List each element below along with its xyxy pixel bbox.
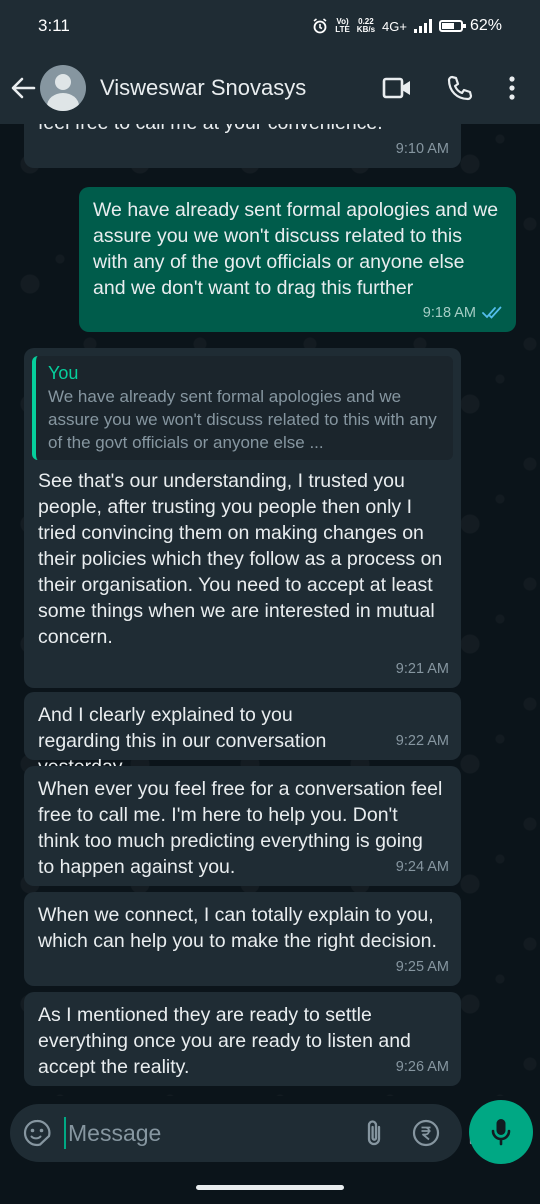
- network-type: 4G+: [382, 18, 407, 34]
- message-time: 9:18 AM: [423, 300, 504, 326]
- message-time: 9:22 AM: [396, 728, 449, 754]
- time-label: 9:10 AM: [395, 141, 449, 157]
- message-text: We have already sent formal apologies an…: [93, 199, 499, 299]
- attach-icon[interactable]: [364, 1118, 384, 1148]
- network-speed: 0.22 KB/s: [357, 18, 375, 34]
- message-text: As I mentioned they are ready to settle …: [38, 1004, 411, 1078]
- back-arrow-icon[interactable]: [8, 73, 38, 103]
- microphone-icon: [490, 1117, 512, 1147]
- speed-unit: KB/s: [356, 25, 376, 34]
- time-label: 9:26 AM: [395, 1059, 449, 1075]
- sticker-icon[interactable]: [22, 1118, 52, 1148]
- message-time: 9:26 AM: [396, 1054, 449, 1080]
- voice-call-icon[interactable]: [446, 74, 474, 102]
- more-options-icon[interactable]: [508, 75, 516, 101]
- home-indicator[interactable]: [196, 1185, 344, 1190]
- avatar[interactable]: [40, 65, 86, 111]
- time-label: 9:25 AM: [395, 959, 449, 975]
- message-text: When we connect, I can totally explain t…: [38, 904, 437, 952]
- message-bubble-incoming[interactable]: feel free to call me at your convenience…: [24, 124, 461, 168]
- volte-bottom: LTE: [335, 25, 350, 34]
- message-text: feel free to call me at your convenience…: [38, 124, 447, 136]
- signal-icon: [413, 19, 432, 33]
- time-label: 9:22 AM: [395, 733, 449, 749]
- message-composer: [10, 1104, 497, 1162]
- battery-level: 62%: [469, 17, 502, 34]
- message-bubble-incoming[interactable]: You We have already sent formal apologie…: [24, 348, 461, 688]
- rupee-payment-icon[interactable]: [412, 1119, 440, 1147]
- alarm-icon: [312, 18, 328, 34]
- message-bubble-incoming[interactable]: And I clearly explained to you regarding…: [24, 692, 461, 778]
- message-bubble-outgoing[interactable]: We have already sent formal apologies an…: [79, 187, 516, 332]
- header-actions: [382, 74, 540, 102]
- volte-indicator: Vo) LTE: [335, 18, 350, 34]
- microphone-button[interactable]: [469, 1100, 533, 1164]
- status-icons: Vo) LTE 0.22 KB/s 4G+ 62%: [312, 17, 502, 35]
- chat-header: Visweswar Snovasys: [0, 52, 540, 124]
- message-input[interactable]: [64, 1117, 364, 1149]
- message-bubble-incoming[interactable]: When we connect, I can totally explain t…: [24, 892, 461, 986]
- message-text: See that's our understanding, I trusted …: [38, 470, 443, 648]
- message-bubble-incoming[interactable]: When ever you feel free for a conversati…: [24, 766, 461, 886]
- time-label: 9:24 AM: [395, 859, 449, 875]
- status-bar: 3:11 Vo) LTE 0.22 KB/s 4G+ 62%: [0, 0, 540, 52]
- message-time: 9:10 AM: [396, 136, 449, 162]
- quote-author: You: [48, 363, 79, 383]
- video-call-icon[interactable]: [382, 76, 412, 100]
- quote-text: We have already sent formal apologies an…: [48, 387, 437, 452]
- contact-name[interactable]: Visweswar Snovasys: [100, 75, 382, 101]
- message-bubble-incoming[interactable]: As I mentioned they are ready to settle …: [24, 992, 461, 1086]
- time-label: 9:18 AM: [422, 305, 476, 321]
- message-time: 9:21 AM: [396, 656, 449, 682]
- message-time: 9:24 AM: [396, 854, 449, 880]
- status-time: 3:11: [38, 16, 70, 35]
- chat-area[interactable]: feel free to call me at your convenience…: [0, 124, 540, 1096]
- time-label: 9:21 AM: [395, 661, 449, 677]
- message-text: When ever you feel free for a conversati…: [38, 778, 443, 878]
- system-navigation-bar: [0, 1170, 540, 1204]
- read-ticks-icon: [482, 306, 504, 320]
- quoted-message[interactable]: You We have already sent formal apologie…: [32, 356, 453, 460]
- message-time: 9:25 AM: [396, 954, 449, 980]
- battery-icon: [438, 20, 466, 32]
